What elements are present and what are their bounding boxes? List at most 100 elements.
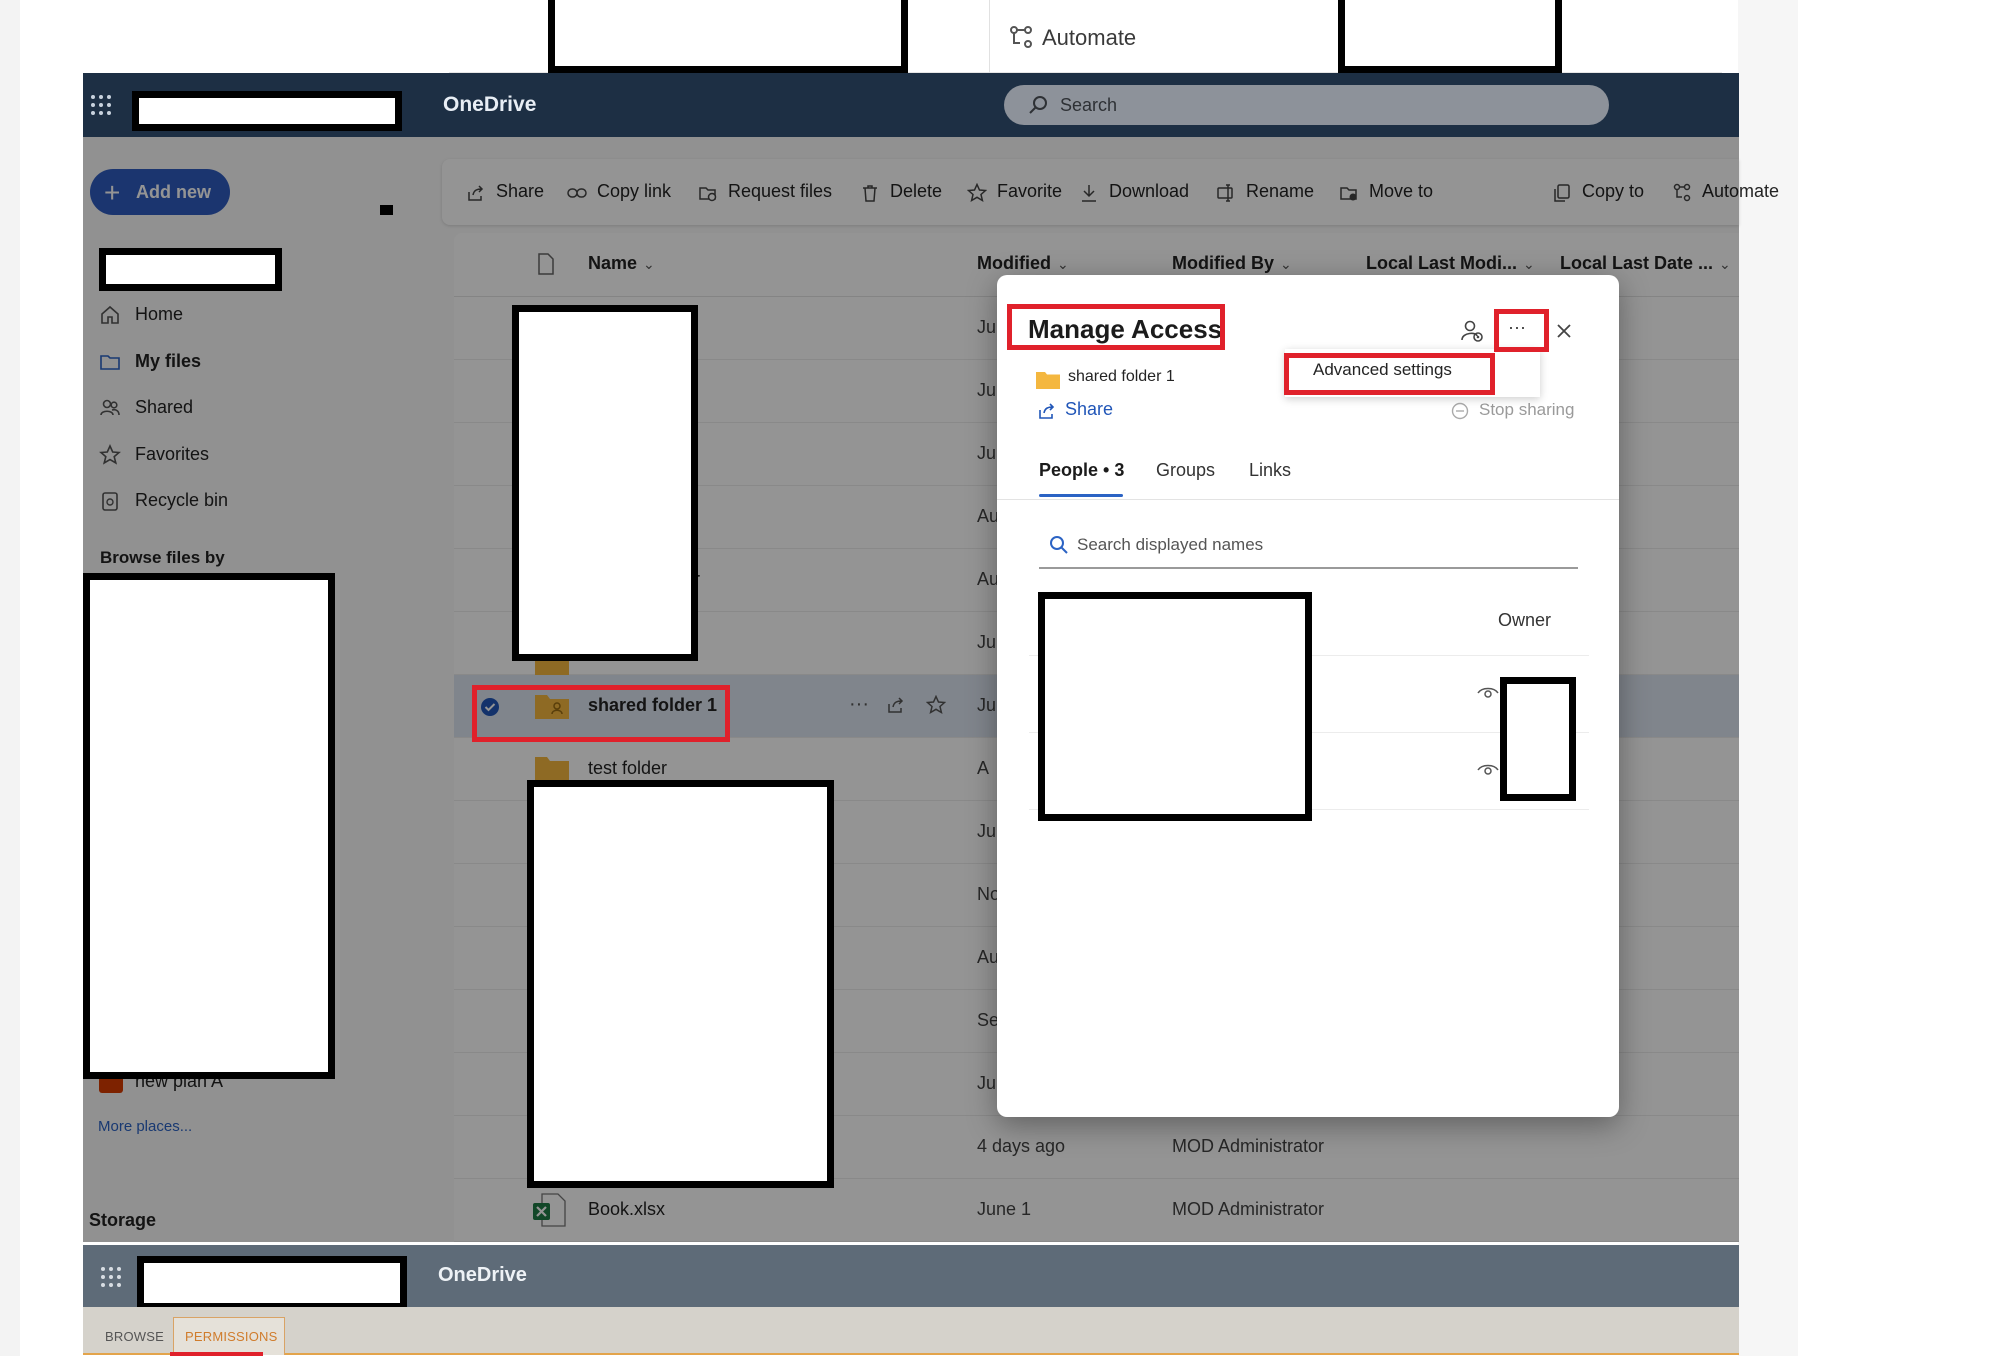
tab-browse[interactable]: BROWSE bbox=[105, 1329, 164, 1344]
grant-access-icon[interactable] bbox=[1457, 316, 1487, 346]
view-permission-icon bbox=[1477, 764, 1499, 775]
request-files-icon bbox=[699, 187, 717, 202]
redacted-block bbox=[83, 573, 335, 1079]
excel-file-icon bbox=[533, 1193, 566, 1227]
command-label: Move to bbox=[1369, 181, 1434, 201]
chevron-down-icon: ⌄ bbox=[1057, 256, 1069, 272]
automate-menu-item[interactable]: Automate › bbox=[989, 0, 1369, 73]
modified-cell: Ju bbox=[977, 821, 997, 841]
command-bar: Share Copy link Request files Delete Fav… bbox=[442, 159, 1779, 225]
command-label: Automate bbox=[1702, 181, 1780, 201]
command-label: Delete bbox=[890, 181, 943, 201]
storage-heading: Storage bbox=[89, 1210, 157, 1230]
tab-links[interactable]: Links bbox=[1249, 460, 1291, 481]
download-icon bbox=[1082, 185, 1096, 202]
view-permission-icon bbox=[1477, 687, 1499, 698]
chevron-down-icon: ⌄ bbox=[1523, 256, 1535, 272]
shared-folder-icon bbox=[535, 757, 569, 781]
active-tab-indicator bbox=[1039, 494, 1123, 497]
chevron-down-icon: ⌄ bbox=[643, 256, 655, 272]
column-header-modified[interactable]: Modified ⌄ bbox=[977, 253, 1069, 274]
modified-by-cell: MOD Administrator bbox=[1172, 1136, 1325, 1156]
tab-permissions[interactable]: PERMISSIONS bbox=[185, 1329, 278, 1344]
redacted-block bbox=[137, 1256, 407, 1310]
tab-divider bbox=[997, 499, 1619, 500]
app-brand[interactable]: OneDrive bbox=[438, 1264, 527, 1287]
automate-icon bbox=[1010, 26, 1032, 48]
modified-cell: Au bbox=[977, 947, 1000, 967]
app-brand[interactable]: OneDrive bbox=[443, 93, 536, 117]
tab-people[interactable]: People • 3 bbox=[1039, 460, 1124, 481]
trash-icon bbox=[863, 185, 877, 202]
more-actions-icon[interactable]: ··· bbox=[849, 693, 875, 719]
copy-icon bbox=[1554, 184, 1570, 202]
highlight-title bbox=[1007, 304, 1225, 350]
redacted-block bbox=[99, 248, 282, 291]
app-launcher-icon[interactable] bbox=[89, 93, 113, 117]
search-displayed-names-input[interactable]: Search displayed names bbox=[1039, 525, 1578, 569]
add-new-label: Add new bbox=[136, 182, 211, 202]
app-launcher-icon[interactable] bbox=[99, 1265, 123, 1289]
name-cell[interactable]: Book.xlsx bbox=[588, 1199, 665, 1220]
column-header-name[interactable]: Name ⌄ bbox=[588, 253, 655, 274]
star-icon[interactable] bbox=[926, 695, 946, 715]
small-marker bbox=[380, 205, 393, 215]
star-icon bbox=[99, 444, 121, 465]
sidebar-item-label: Favorites bbox=[135, 444, 210, 464]
column-header-local-last-date[interactable]: Local Last Date ... ⌄ bbox=[1560, 253, 1731, 274]
modified-cell: Ju bbox=[977, 1073, 997, 1093]
recycle-bin-icon bbox=[102, 492, 118, 511]
more-places-link[interactable]: More places... bbox=[98, 1118, 192, 1135]
share-icon bbox=[468, 185, 484, 201]
redacted-block bbox=[1038, 592, 1312, 821]
share-label: Share bbox=[1065, 399, 1114, 419]
command-label: Rename bbox=[1246, 181, 1315, 201]
page-left-gutter bbox=[0, 0, 20, 1356]
modified-cell: Ju bbox=[977, 380, 997, 400]
command-label: Request files bbox=[728, 181, 833, 201]
automate-icon bbox=[1673, 183, 1691, 202]
modified-cell: A bbox=[977, 758, 990, 778]
column-header-modified-by[interactable]: Modified By ⌄ bbox=[1172, 253, 1292, 274]
name-cell[interactable]: test folder bbox=[588, 758, 667, 779]
dialog-folder-name: shared folder 1 bbox=[1068, 368, 1175, 385]
modified-cell: Ju bbox=[977, 632, 997, 652]
search-placeholder: Search displayed names bbox=[1077, 535, 1264, 554]
share-icon[interactable] bbox=[886, 695, 906, 715]
command-label: Copy to bbox=[1582, 181, 1645, 201]
home-icon bbox=[101, 305, 119, 324]
column-label: Modified bbox=[977, 253, 1051, 273]
column-header-local-last-modified[interactable]: Local Last Modi... ⌄ bbox=[1366, 253, 1535, 274]
redacted-block bbox=[132, 91, 402, 131]
chevron-down-icon: ⌄ bbox=[1280, 256, 1292, 272]
command-label: Favorite bbox=[997, 181, 1063, 201]
link-icon bbox=[567, 188, 587, 198]
modified-by-cell: MOD Administrator bbox=[1172, 1199, 1325, 1219]
highlight-more-options bbox=[1494, 309, 1549, 352]
tab-groups[interactable]: Groups bbox=[1156, 460, 1215, 481]
search-box[interactable]: Search bbox=[1004, 85, 1609, 125]
column-label: Local Last Date ... bbox=[1560, 253, 1714, 273]
redacted-block bbox=[527, 780, 834, 1188]
modified-cell: 4 days ago bbox=[977, 1136, 1066, 1156]
role-label: Owner bbox=[1497, 610, 1551, 630]
command-label: Share bbox=[496, 181, 545, 201]
modified-cell: Au bbox=[977, 569, 1000, 589]
plus-icon: + bbox=[104, 177, 121, 208]
ribbon-tabs: BROWSE PERMISSIONS bbox=[83, 1307, 1739, 1356]
column-label: Modified By bbox=[1172, 253, 1274, 273]
automate-label: Automate bbox=[1042, 25, 1137, 50]
add-new-button[interactable]: + Add new bbox=[90, 169, 230, 215]
stop-sharing-label: Stop sharing bbox=[1479, 400, 1575, 419]
command-label: Download bbox=[1109, 181, 1190, 201]
close-icon[interactable] bbox=[1549, 316, 1579, 346]
table-row[interactable]: Book.xlsx June 1 MOD Administrator bbox=[454, 1179, 1739, 1242]
command-label: Copy link bbox=[597, 181, 672, 201]
modified-cell: Se bbox=[977, 1010, 1000, 1030]
sidebar-item-label: Home bbox=[135, 304, 184, 324]
folder-icon bbox=[100, 355, 120, 370]
file-type-icon bbox=[538, 253, 554, 275]
modified-cell: June 1 bbox=[977, 1199, 1032, 1219]
redacted-block bbox=[1338, 0, 1562, 73]
sidebar-item-label: My files bbox=[135, 351, 202, 371]
